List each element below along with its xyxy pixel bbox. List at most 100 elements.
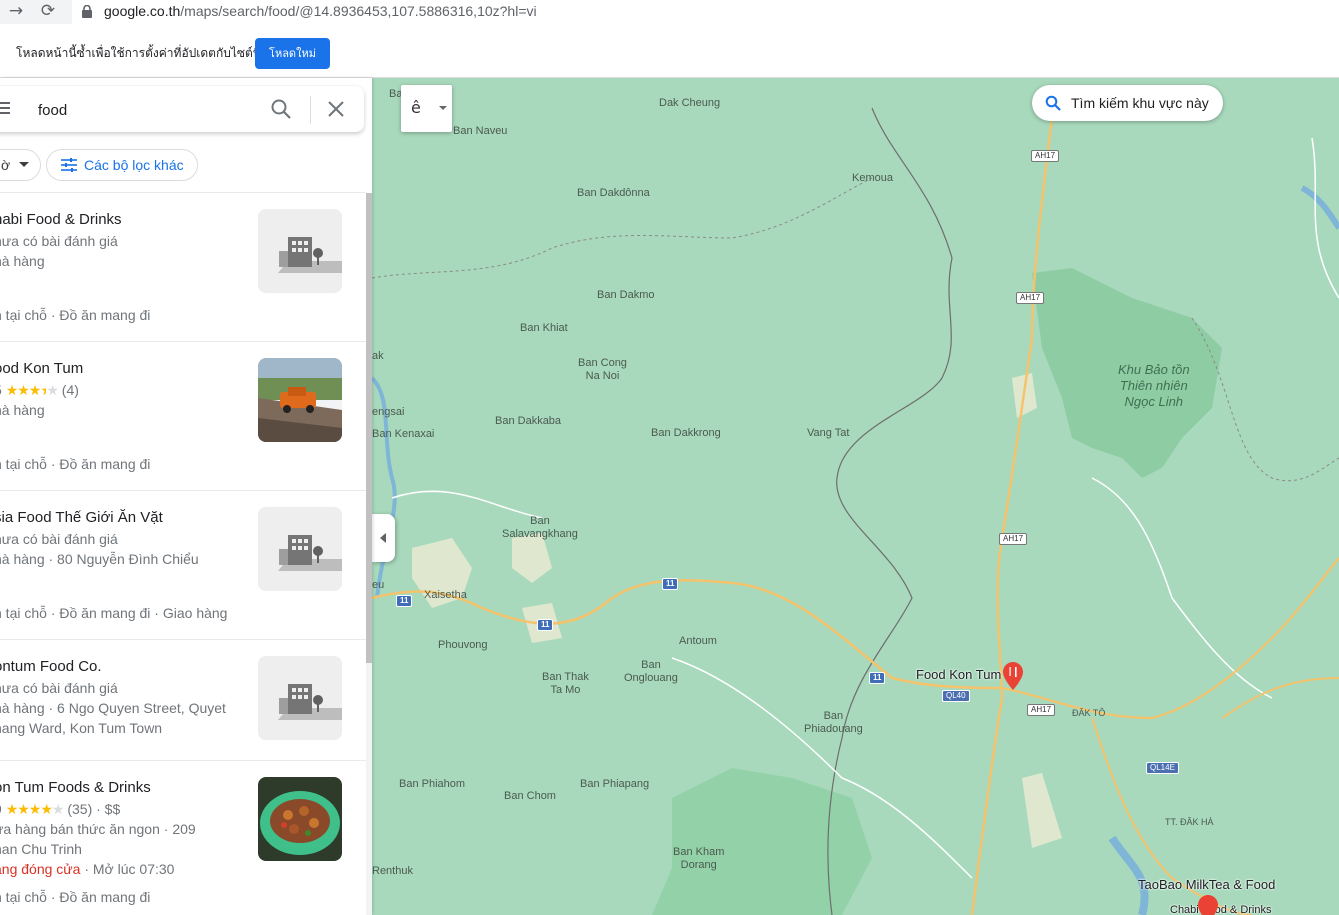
result-category: hà hàng · 6 Ngo Quyen Street, Quyet	[0, 700, 226, 716]
map-place-label: engsai	[372, 406, 405, 418]
result-title: sia Food Thế Giới Ăn Vặt	[0, 509, 163, 526]
search-box	[0, 86, 364, 132]
road-shield: 11	[662, 578, 679, 590]
result-item[interactable]: habi Food & Drinks hưa có bài đánh giá h…	[0, 193, 366, 342]
result-item[interactable]: ood Kon Tum 5 ★★★★★ (4) hà hàng n tại ch…	[0, 342, 366, 491]
poi-label[interactable]: TaoBao MilkTea & Food	[1138, 878, 1275, 891]
result-item[interactable]: ontum Food Co. hưa có bài đánh giá hà hà…	[0, 640, 366, 761]
rating-stars: ★★★★★	[5, 801, 65, 817]
map-place-label: Ban Kenaxai	[372, 428, 435, 440]
menu-icon[interactable]	[0, 102, 10, 114]
map-canvas[interactable]: Ban Dak Cheung Ban Naveu Kemoua Ban Dakd…	[372, 78, 1339, 915]
map-place-label: Ban Phiahom	[399, 778, 466, 790]
map-place-label: Ban Phiadouang	[804, 710, 863, 735]
result-title: habi Food & Drinks	[0, 211, 122, 228]
map-place-label: Ban Dakmo	[597, 289, 655, 301]
result-title: on Tum Foods & Drinks	[0, 779, 151, 796]
map-place-label: Ban Salavangkhang	[502, 515, 578, 540]
scrollbar-thumb[interactable]	[366, 193, 372, 663]
search-divider	[310, 96, 311, 124]
road-shield: QL40	[942, 690, 970, 702]
result-item[interactable]: on Tum Foods & Drinks 9 ★★★★★ (35) · $$ …	[0, 761, 366, 915]
chevron-down-icon	[19, 162, 29, 167]
result-thumbnail	[258, 209, 342, 293]
road-shield: AH17	[999, 533, 1028, 545]
rating-stars: ★★★★★	[5, 382, 59, 398]
road-shield: 11	[537, 619, 554, 631]
result-thumbnail	[258, 656, 342, 740]
result-rating: hưa có bài đánh giá	[0, 680, 118, 696]
map-place-label: Ban Dakdônna	[577, 187, 650, 199]
map-place-label: Phouvong	[438, 639, 488, 651]
poi-label[interactable]: Food Kon Tum	[916, 668, 1001, 681]
building-placeholder-icon	[258, 507, 342, 591]
search-input[interactable]	[36, 98, 240, 122]
result-rating: 9 ★★★★★ (35) · $$	[0, 801, 121, 817]
results-list: habi Food & Drinks hưa có bài đánh giá h…	[0, 193, 366, 915]
map-place-label: Ban Phiapang	[580, 778, 650, 790]
restaurant-pin-icon[interactable]	[1003, 662, 1023, 690]
results-scrollbar[interactable]	[366, 193, 372, 915]
map-place-label: eu	[372, 579, 385, 591]
road-shield: AH17	[1027, 704, 1056, 716]
address-bar[interactable]: google.co.th/maps/search/food/@14.893645…	[72, 0, 1339, 24]
map-place-label: Ban Khiat	[520, 322, 568, 334]
road-shield: 11	[869, 672, 886, 684]
result-services: n tại chỗ · Đồ ăn mang đi	[0, 307, 151, 323]
result-title: ood Kon Tum	[0, 360, 84, 377]
road-shield: QL14E	[1146, 762, 1179, 774]
result-rating: 5 ★★★★★ (4)	[0, 382, 79, 398]
map-place-label: ĐĂK TÔ	[1072, 708, 1106, 718]
map-layer-button[interactable]: ê	[401, 85, 452, 132]
layer-glyph: ê	[411, 98, 421, 117]
search-this-area-button[interactable]: Tìm kiếm khu vực này	[1032, 85, 1223, 121]
map-place-label: Ban Kham Dorang	[673, 846, 725, 871]
more-filters-chip[interactable]: Các bộ lọc khác	[46, 149, 198, 181]
result-rating: hưa có bài đánh giá	[0, 531, 118, 547]
building-placeholder-icon	[258, 656, 342, 740]
lock-icon	[82, 5, 92, 18]
building-placeholder-icon	[258, 209, 342, 293]
result-category: hà hàng · 80 Nguyễn Đình Chiểu	[0, 551, 199, 567]
reload-button[interactable]: โหลดใหม่	[255, 38, 330, 69]
map-place-label: TT. ĐĂK HÀ	[1165, 817, 1214, 827]
result-item[interactable]: sia Food Thế Giới Ăn Vặt hưa có bài đánh…	[0, 491, 366, 640]
result-services: n tại chỗ · Đồ ăn mang đi · Giao hàng	[0, 605, 228, 621]
map-place-label: Dak Cheung	[659, 97, 721, 109]
hours-filter-chip[interactable]: ờ	[0, 149, 41, 181]
result-thumbnail	[258, 507, 342, 591]
close-icon[interactable]	[326, 99, 346, 119]
collapse-panel-button[interactable]	[372, 514, 395, 562]
road-shield: 11	[396, 595, 413, 607]
food-photo-icon	[258, 777, 342, 861]
reload-icon[interactable]: ⟳	[36, 0, 60, 24]
search-icon[interactable]	[270, 98, 292, 120]
forward-icon[interactable]: →	[4, 0, 28, 24]
result-thumbnail	[258, 358, 342, 442]
road-shield: AH17	[1031, 150, 1060, 162]
road-shield: AH17	[1016, 292, 1045, 304]
result-hours: ang đóng cửa · Mở lúc 07:30	[0, 861, 175, 877]
tune-icon	[61, 158, 77, 172]
result-thumbnail	[258, 777, 342, 861]
map-place-label: Ban Chom	[504, 790, 556, 802]
poi-label[interactable]: Chabi Food & Drinks	[1170, 904, 1272, 915]
result-category: hà hàng	[0, 253, 45, 269]
results-panel: ờ Các bộ lọc khác habi Food & Drinks hưa…	[0, 78, 372, 915]
result-category: ửa hàng bán thức ăn ngon · 209	[0, 821, 196, 837]
result-category: hà hàng	[0, 402, 45, 418]
banner-message: โหลดหน้านี้ซ้ำเพื่อใช้การตั้งค่าที่อัปเด…	[16, 46, 262, 60]
result-services: n tại chỗ · Đồ ăn mang đi	[0, 456, 151, 472]
map-place-label: Renthuk	[372, 865, 413, 877]
browser-toolbar: → ⟳ google.co.th/maps/search/food/@14.89…	[0, 0, 1339, 24]
map-place-label: Kemoua	[852, 172, 893, 184]
map-place-label: Ban Dakkrong	[651, 427, 721, 439]
result-address: han Chu Trinh	[0, 841, 82, 857]
chevron-left-icon	[380, 533, 386, 543]
truck-photo-icon	[258, 358, 342, 442]
map-place-label: Ban Thak Ta Mo	[542, 671, 589, 696]
url-text: google.co.th/maps/search/food/@14.893645…	[104, 3, 537, 19]
map-place-label: Vang Tat	[807, 427, 850, 439]
restaurant-pin-icon[interactable]	[1198, 895, 1218, 915]
chevron-down-icon	[439, 106, 447, 110]
